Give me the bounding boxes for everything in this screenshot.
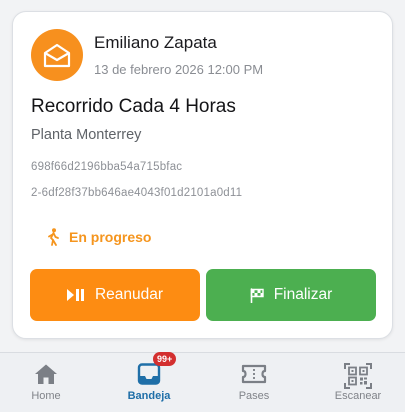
walking-person-icon: [48, 228, 59, 246]
nav-label-inbox: Bandeja: [127, 390, 171, 402]
inbox-icon: [137, 363, 161, 385]
qr-scan-icon: [344, 363, 372, 389]
bottom-navigation: Home Bandeja Pases Escanear: [0, 352, 405, 412]
avatar: [31, 29, 83, 81]
checkered-flag-icon: [250, 287, 264, 303]
status-indicator: En progreso: [46, 228, 151, 246]
nav-label-home: Home: [31, 390, 61, 402]
route-title: Recorrido Cada 4 Horas: [31, 96, 236, 117]
resume-button-label: Reanudar: [94, 286, 164, 303]
ticket-icon: [241, 364, 267, 384]
finish-button[interactable]: Finalizar: [206, 269, 376, 321]
sender-name: Emiliano Zapata: [94, 33, 217, 52]
envelope-open-icon: [43, 43, 71, 68]
nav-item-scan[interactable]: Escanear: [327, 353, 389, 412]
route-card[interactable]: Emiliano Zapata 13 de febrero 2026 12:00…: [12, 11, 393, 339]
home-icon: [35, 364, 57, 384]
nav-item-passes[interactable]: Pases: [224, 353, 284, 412]
nav-label-scan: Escanear: [334, 390, 382, 402]
nav-label-passes: Pases: [238, 390, 270, 402]
message-date: 13 de febrero 2026 12:00 PM: [94, 62, 264, 77]
route-location: Planta Monterrey: [31, 127, 142, 143]
play-pause-icon: [66, 289, 84, 301]
finish-button-label: Finalizar: [273, 286, 333, 303]
inbox-count-badge: 99+: [153, 352, 177, 366]
nav-item-home[interactable]: Home: [16, 353, 76, 412]
resume-button[interactable]: Reanudar: [30, 269, 200, 321]
route-id-line-1: 698f66d2196bba54a715bfac: [31, 161, 183, 173]
status-label: En progreso: [69, 229, 152, 245]
route-id-line-2: 2-6df28f37bb646ae4043f01d2101a0d11: [31, 187, 243, 199]
